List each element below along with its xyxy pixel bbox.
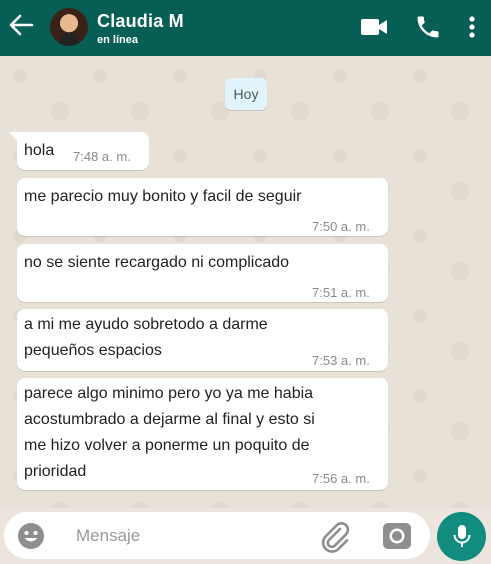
message-time: 7:50 a. m. [312, 219, 370, 234]
message-bubble[interactable]: a mi me ayudo sobretodo a darme pequeños… [17, 309, 388, 371]
attach-icon [321, 522, 350, 553]
message-input[interactable] [76, 522, 296, 550]
message-time: 7:48 a. m. [73, 149, 131, 164]
emoji-button[interactable] [16, 521, 46, 551]
video-camera-icon [361, 19, 387, 35]
voice-call-button[interactable] [413, 13, 443, 41]
message-time: 7:56 a. m. [312, 471, 370, 486]
more-vertical-icon [469, 16, 475, 38]
emoji-icon [18, 523, 44, 549]
contact-status: en línea [97, 34, 138, 46]
avatar[interactable] [50, 8, 88, 46]
back-button[interactable] [6, 10, 36, 40]
video-call-button[interactable] [359, 13, 389, 41]
attach-button[interactable] [318, 520, 352, 554]
camera-icon [383, 523, 411, 549]
message-bubble[interactable]: no se siente recargado ni complicado 7:5… [17, 244, 388, 302]
phone-icon [417, 16, 439, 38]
mic-button[interactable] [437, 512, 486, 561]
mic-icon [453, 524, 470, 547]
more-options-button[interactable] [462, 13, 482, 41]
message-bubble[interactable]: parece algo minimo pero yo ya me habia a… [17, 378, 388, 490]
message-input-bar [4, 512, 430, 559]
message-text: hola [24, 142, 55, 159]
chat-header: Claudia M en línea [0, 0, 491, 56]
message-bubble[interactable]: me parecio muy bonito y facil de seguir … [17, 178, 388, 236]
message-time: 7:53 a. m. [312, 353, 370, 368]
back-arrow-icon [9, 14, 34, 36]
camera-button[interactable] [381, 521, 413, 551]
message-text: a mi me ayudo sobretodo a darme pequeños… [24, 316, 268, 359]
message-bubble[interactable]: hola 7:48 a. m. [9, 132, 149, 170]
bubble-tail [9, 132, 18, 142]
message-time: 7:51 a. m. [312, 285, 370, 300]
message-text: parece algo minimo pero yo ya me habia a… [24, 385, 315, 480]
contact-name[interactable]: Claudia M [97, 11, 184, 32]
date-chip: Hoy [225, 78, 267, 110]
message-text: me parecio muy bonito y facil de seguir [24, 188, 302, 205]
message-text: no se siente recargado ni complicado [24, 254, 290, 271]
chat-area[interactable]: Hoy hola 7:48 a. m. me parecio muy bonit… [0, 56, 491, 508]
